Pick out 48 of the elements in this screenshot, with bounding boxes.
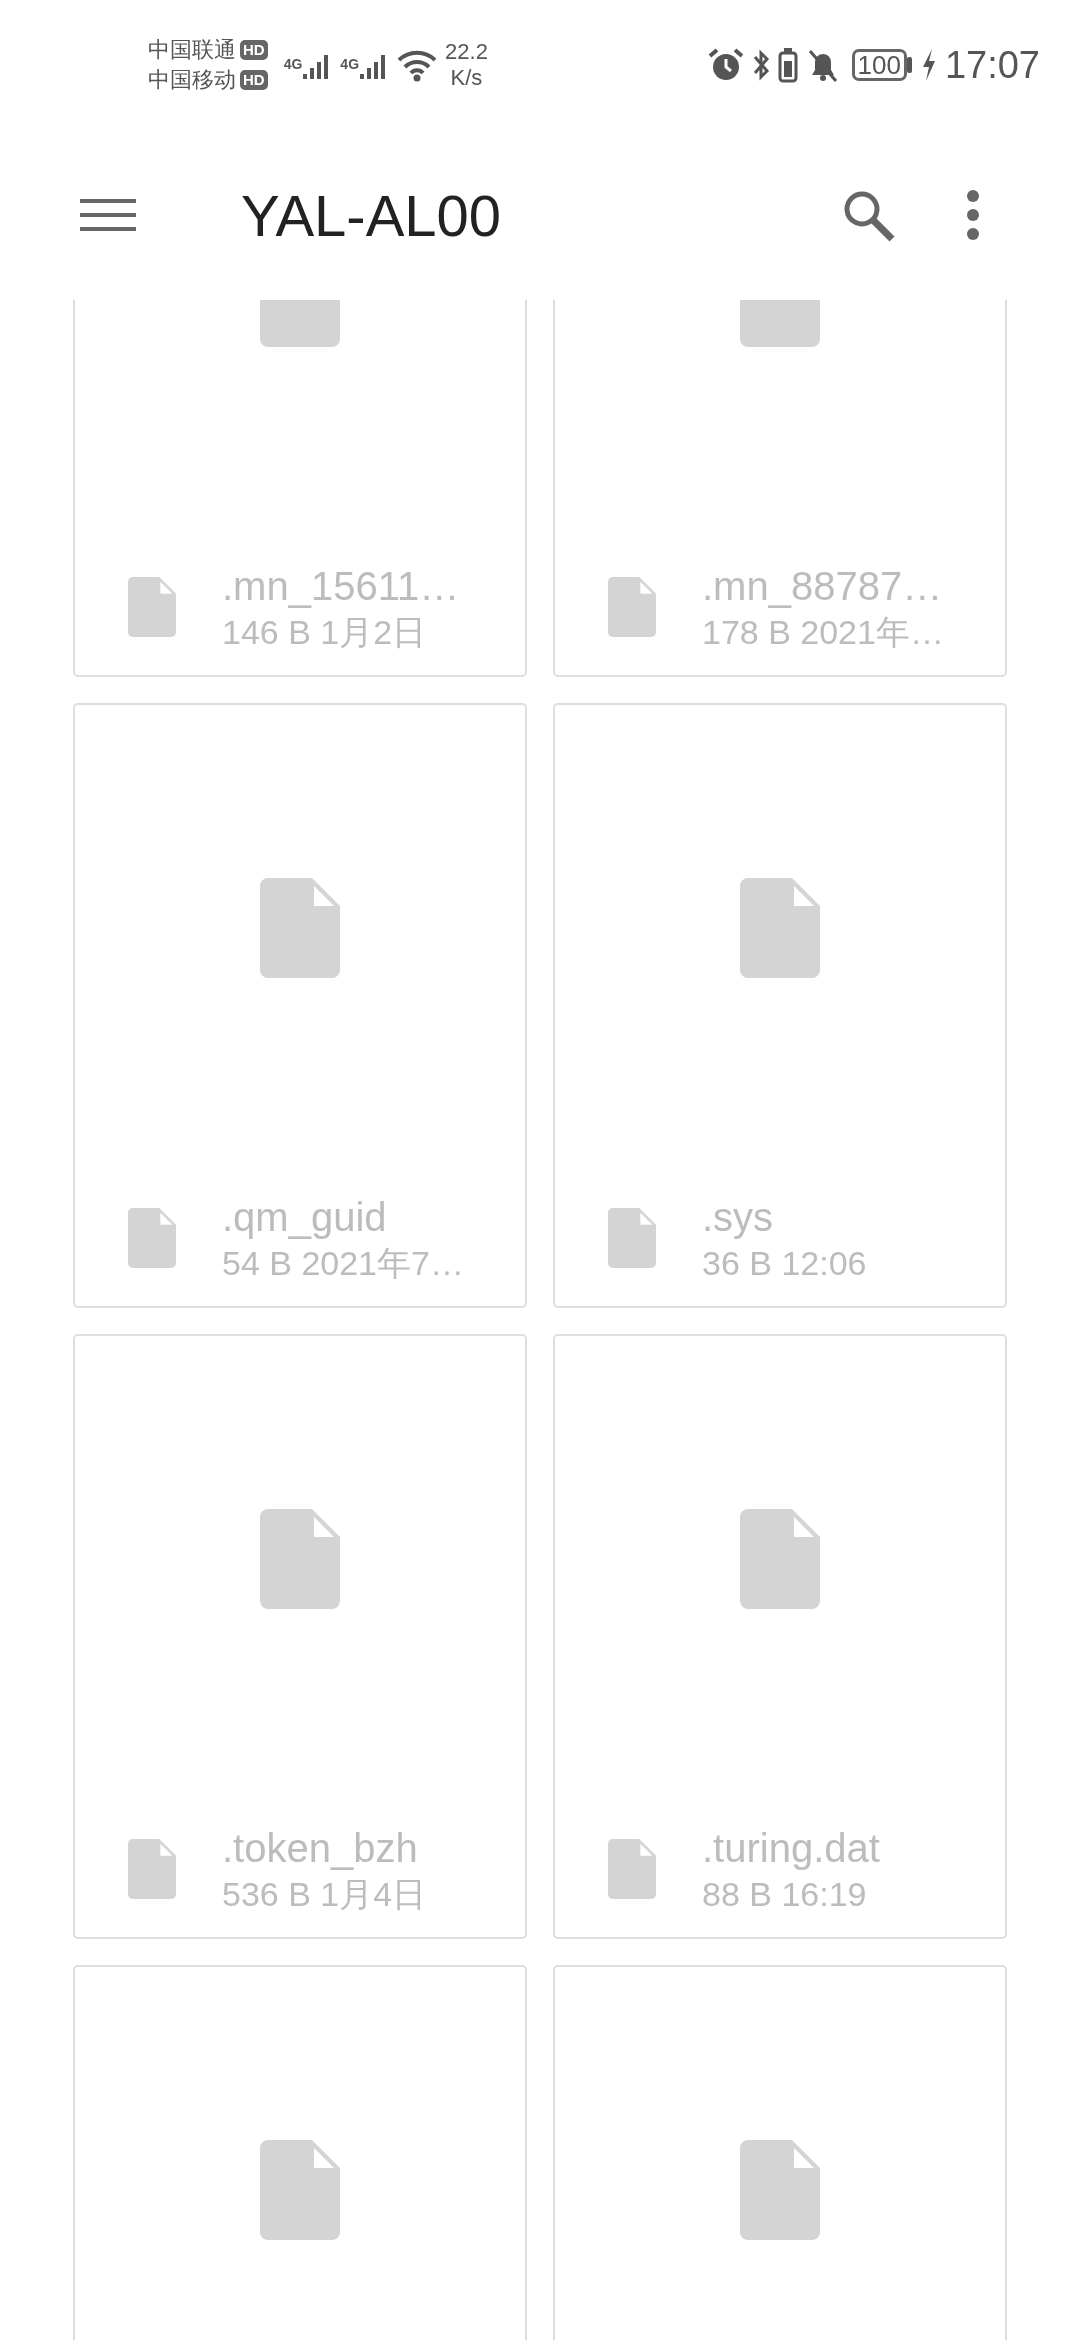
file-card[interactable]: .mn_15611… 146 B 1月2日 <box>73 300 527 677</box>
file-name: .token_bzh <box>222 1825 419 1872</box>
wifi-icon <box>397 48 438 82</box>
file-details: 536 B 1月4日 <box>222 1874 427 1915</box>
app-title: YAL-AL00 <box>241 181 502 250</box>
file-icon <box>260 878 340 978</box>
network-type: 4G <box>340 55 360 74</box>
file-icon <box>740 1509 820 1609</box>
file-icon <box>128 1208 176 1268</box>
charging-icon <box>920 47 937 83</box>
file-icon <box>260 1509 340 1609</box>
file-details: 88 B 16:19 <box>702 1874 868 1915</box>
network-type: 4G <box>283 55 303 74</box>
carrier-name: 中国移动 <box>148 66 236 94</box>
file-details: 178 B 2021年… <box>702 612 944 653</box>
clock: 17:07 <box>944 42 1040 88</box>
file-icon <box>740 2140 820 2240</box>
file-name: .qm_guid <box>222 1194 388 1241</box>
file-name: .mn_15611… <box>222 563 460 610</box>
file-icon <box>260 2140 340 2240</box>
battery-small-icon <box>777 47 798 83</box>
file-card[interactable]: .token_bzh 536 B 1月4日 <box>73 1334 527 1939</box>
file-details: 146 B 1月2日 <box>222 612 428 653</box>
more-options-icon[interactable] <box>966 189 980 241</box>
file-name: .sys <box>702 1194 775 1241</box>
file-card[interactable]: .mn_88787… 178 B 2021年… <box>553 300 1007 677</box>
file-details: 36 B 12:06 <box>702 1243 867 1284</box>
file-details: 54 B 2021年7… <box>222 1243 464 1284</box>
file-icon <box>608 577 656 637</box>
bluetooth-icon <box>751 47 770 83</box>
alarm-icon <box>707 47 744 83</box>
file-icon <box>608 1208 656 1268</box>
file-icon <box>128 577 176 637</box>
file-card[interactable]: .turing.dat 88 B 16:19 <box>553 1334 1007 1939</box>
file-name: .mn_88787… <box>702 563 944 610</box>
file-icon <box>608 1839 656 1899</box>
hd-badge: HD <box>240 40 268 60</box>
file-card[interactable]: .sys 36 B 12:06 <box>553 703 1007 1308</box>
network-speed: 22.2 <box>445 39 488 65</box>
file-name: .turing.dat <box>702 1825 880 1872</box>
file-icon <box>740 878 820 978</box>
speed-unit: K/s <box>449 65 484 91</box>
battery-tip-icon <box>906 57 913 73</box>
battery-level: 100 <box>851 49 907 81</box>
file-card[interactable]: .qm_guid 54 B 2021年7… <box>73 703 527 1308</box>
carrier-name: 中国联通 <box>148 36 236 64</box>
hd-badge: HD <box>240 70 268 90</box>
file-icon <box>128 1839 176 1899</box>
